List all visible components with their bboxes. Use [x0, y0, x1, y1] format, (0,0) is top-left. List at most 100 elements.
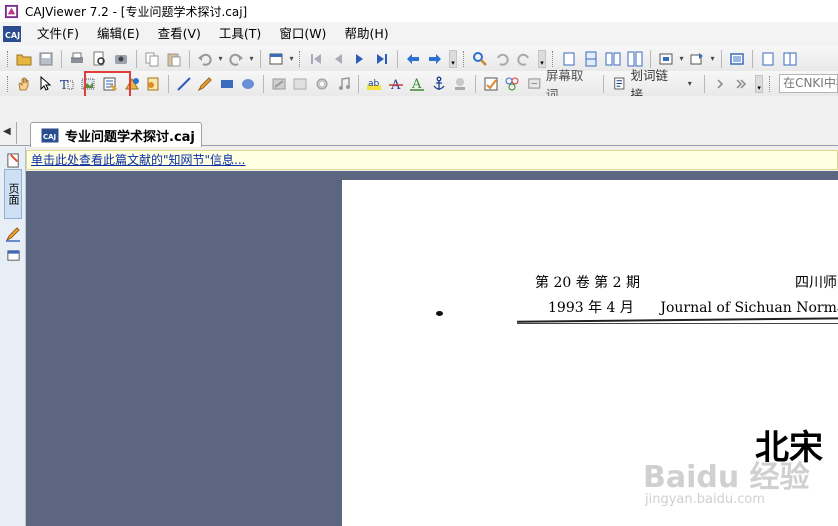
forward-button[interactable] — [425, 49, 445, 69]
save-button[interactable] — [36, 49, 56, 69]
undo-dropdown[interactable]: ▾ — [216, 51, 225, 67]
toolbar-grip[interactable] — [7, 50, 10, 67]
find-next-icon — [517, 53, 529, 66]
sidebar-annotate-button[interactable] — [3, 225, 23, 243]
sidebar-properties-button[interactable] — [3, 246, 23, 264]
copy-button[interactable] — [142, 49, 162, 69]
rectangle-tool-button[interactable] — [217, 74, 237, 94]
anchor-icon — [433, 76, 445, 90]
sidebar-notes-button[interactable] — [3, 152, 23, 168]
search-icon — [473, 51, 487, 66]
ellipse-tool-button[interactable] — [239, 74, 259, 94]
anchor-button[interactable] — [429, 74, 449, 94]
screen-capture-button[interactable] — [481, 74, 501, 94]
facing-pages-button[interactable] — [603, 49, 623, 69]
properties-button[interactable] — [266, 49, 286, 69]
new-document-button[interactable] — [758, 49, 778, 69]
highlight-text-icon: ab — [367, 79, 382, 90]
menu-window[interactable]: 窗口(W) — [270, 22, 335, 46]
layout-button[interactable] — [780, 49, 800, 69]
word-link-button[interactable]: 划词链接 — [608, 68, 684, 102]
caj-document-icon[interactable]: CAJ — [2, 25, 22, 43]
rotate-dropdown[interactable]: ▾ — [708, 51, 717, 67]
sidebar-tab-pages[interactable]: 页面 — [4, 169, 22, 219]
full-screen-button[interactable] — [727, 49, 747, 69]
image-annotation-button[interactable] — [291, 74, 311, 94]
find-next-button[interactable] — [514, 49, 534, 69]
text-recognition-button[interactable] — [100, 74, 120, 94]
highlight-text-button[interactable]: ab — [364, 74, 384, 94]
back-button[interactable] — [403, 49, 423, 69]
header-rule-thick — [516, 317, 838, 323]
print-preview-button[interactable] — [89, 49, 109, 69]
sound-annotation-button[interactable] — [334, 74, 354, 94]
full-screen-icon — [730, 52, 744, 65]
publish-button[interactable] — [122, 74, 142, 94]
underline-text-button[interactable]: A — [407, 74, 427, 94]
toolbar-next-button[interactable] — [710, 74, 730, 94]
word-link-icon — [614, 77, 625, 90]
scanner-icon — [115, 54, 127, 64]
journal-header-line-1: 第 20 卷 第 2 期 四川师 — [535, 272, 837, 292]
ellipse-icon — [242, 78, 255, 89]
attachment-button[interactable] — [312, 74, 332, 94]
toolbar-end-button[interactable] — [732, 74, 752, 94]
find-previous-button[interactable] — [492, 49, 512, 69]
menu-tools[interactable]: 工具(T) — [210, 22, 270, 46]
screen-ocr-button[interactable]: 屏幕取词 — [523, 68, 599, 102]
svg-text:T: T — [60, 78, 68, 92]
paste-button[interactable] — [164, 49, 184, 69]
line-tool-button[interactable] — [174, 74, 194, 94]
menu-edit[interactable]: 编辑(E) — [88, 22, 149, 46]
hand-tool-button[interactable] — [14, 74, 34, 94]
last-page-button[interactable] — [372, 49, 392, 69]
folder-open-icon — [16, 54, 32, 65]
word-link-dropdown[interactable]: ▾ — [685, 76, 694, 92]
journal-name-en: Journal of Sichuan Norma — [660, 300, 838, 316]
first-page-icon — [311, 53, 321, 64]
cursor-arrow-icon — [40, 75, 52, 91]
svg-text:ab: ab — [368, 79, 380, 89]
menu-view[interactable]: 查看(V) — [149, 22, 210, 46]
open-button[interactable] — [14, 49, 34, 69]
pencil-icon — [198, 76, 212, 91]
toolbar-overflow[interactable]: ▾ — [449, 49, 457, 68]
knowledge-network-link[interactable]: 单击此处查看此篇文献的"知网节"信息... — [31, 153, 245, 167]
undo-icon — [198, 53, 212, 66]
menu-file[interactable]: 文件(F) — [28, 22, 88, 46]
document-viewer[interactable]: 第 20 卷 第 2 期 四川师 1993 年 4 月 Journal of S… — [26, 171, 838, 526]
article-title: 北宋 — [755, 428, 823, 468]
undo-button[interactable] — [195, 49, 215, 69]
cajviewer-app-icon — [4, 4, 19, 18]
cnki-search-input[interactable]: 在CNKI中检 — [779, 74, 838, 93]
facing-pages-icon — [605, 52, 621, 65]
eraser-icon — [272, 78, 286, 89]
eraser-tool-button[interactable] — [269, 74, 289, 94]
redo-button[interactable] — [226, 49, 246, 69]
pencil-icon — [5, 227, 20, 242]
rotate-button[interactable] — [687, 49, 707, 69]
select-image-button[interactable] — [79, 74, 99, 94]
redo-dropdown[interactable]: ▾ — [247, 51, 256, 67]
select-text-button[interactable]: T — [57, 74, 77, 94]
document-page[interactable]: 第 20 卷 第 2 期 四川师 1993 年 4 月 Journal of S… — [342, 180, 838, 526]
properties-dropdown[interactable]: ▾ — [287, 51, 296, 67]
copy-icon — [145, 52, 159, 66]
next-page-button[interactable] — [350, 49, 370, 69]
tab-scroll-left-icon[interactable]: ◀ — [3, 126, 11, 137]
scan-button[interactable] — [111, 49, 131, 69]
notes-button[interactable] — [143, 74, 163, 94]
stamp-button[interactable] — [451, 74, 471, 94]
previous-page-button[interactable] — [328, 49, 348, 69]
translate-button[interactable] — [503, 74, 523, 94]
tools-toolbar: T ab A A 屏幕取词 划词链接 ▾ ▾ 在CNKI中检 — [0, 68, 838, 102]
find-button[interactable] — [470, 49, 490, 69]
tab-document[interactable]: CAJ 专业问题学术探讨.caj — [30, 122, 202, 147]
chevron-double-right-icon — [736, 78, 747, 89]
first-page-button[interactable] — [306, 49, 326, 69]
menu-help[interactable]: 帮助(H) — [335, 22, 397, 46]
print-button[interactable] — [67, 49, 87, 69]
strikeout-text-button[interactable]: A — [386, 74, 406, 94]
pencil-tool-button[interactable] — [195, 74, 215, 94]
select-tool-button[interactable] — [36, 74, 56, 94]
